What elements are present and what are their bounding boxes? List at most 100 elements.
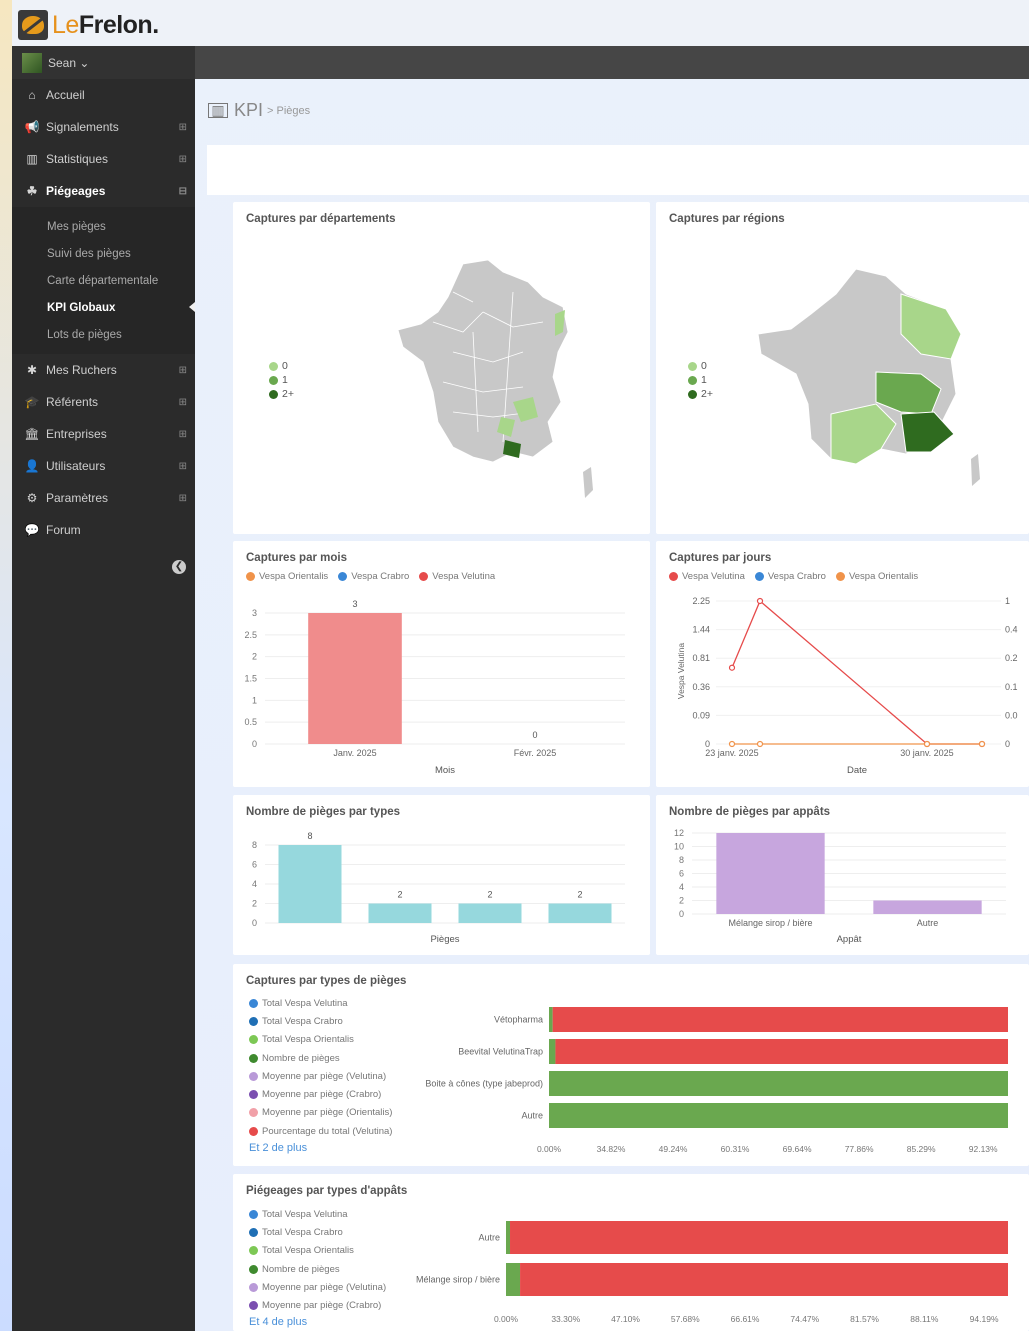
y-category-label: Vétopharma xyxy=(494,1015,543,1025)
sidebar-item-entreprises[interactable]: 🏛 Entreprises ⊞ xyxy=(12,418,195,450)
expand-icon[interactable]: ⊞ xyxy=(179,493,187,504)
y-axis-label: Vespa Velutina xyxy=(676,643,686,700)
legend-item[interactable]: Total Vespa Crabro xyxy=(249,1223,386,1241)
y-tick-label: 3 xyxy=(252,608,257,618)
legend-dot xyxy=(269,375,278,385)
sidebar-item-label: Statistiques xyxy=(46,152,109,166)
legend-item[interactable]: Total Vespa Crabro xyxy=(249,1012,392,1030)
card-captures-mois: Captures par mois Vespa Orientalis Vespa… xyxy=(233,541,650,787)
breadcrumb-sub: > Pièges xyxy=(267,104,311,117)
hive-icon: ✱ xyxy=(26,363,38,377)
user-icon: 👤 xyxy=(24,459,40,473)
y2-tick-label: 0.4 xyxy=(1005,625,1018,635)
more-legend-link[interactable]: Et 2 de plus xyxy=(249,1142,307,1154)
expand-icon[interactable]: ⊞ xyxy=(179,122,187,133)
expand-icon[interactable]: ⊞ xyxy=(179,365,187,376)
legend-dot xyxy=(246,572,255,581)
bar-segment xyxy=(552,1007,1008,1032)
sidebar-item-signalements[interactable]: 📢 Signalements ⊞ xyxy=(12,111,195,143)
card-captures-regions: Captures par régions 0 1 2+ xyxy=(656,202,1029,534)
x-tick-label: 88.11% xyxy=(910,1314,939,1324)
legend-item[interactable]: Vespa Velutina xyxy=(419,571,495,582)
chart-pieges-appats[interactable]: 0 2 4 6 8 10 12 Mélange sirop / bière Autre Appât xyxy=(656,823,1029,953)
sidebar-item-statistiques[interactable]: ▥ Statistiques ⊞ xyxy=(12,143,195,175)
legend-dot xyxy=(419,572,429,581)
x-tick-label: 33.30% xyxy=(551,1314,580,1324)
sidebar-item-mes-pieges[interactable]: Mes pièges xyxy=(12,213,195,240)
legend-item[interactable]: Nombre de pièges xyxy=(249,1049,392,1067)
sidebar-item-mes-ruchers[interactable]: ✱ Mes Ruchers ⊞ xyxy=(12,354,195,386)
legend-item[interactable]: Total Vespa Velutina xyxy=(249,1205,386,1223)
france-departements-map[interactable] xyxy=(393,252,613,502)
user-menu[interactable]: Sean ⌄ xyxy=(12,46,195,79)
sidebar-item-piegeages[interactable]: ☘ Piégeages ⊟ xyxy=(12,175,195,207)
bar-segment xyxy=(549,1007,553,1032)
legend-item[interactable]: Vespa Velutina xyxy=(669,571,745,582)
legend-dot xyxy=(835,572,845,581)
user-name: Sean ⌄ xyxy=(48,55,90,70)
legend-item[interactable]: Moyenne par piège (Velutina) xyxy=(249,1067,392,1085)
avatar xyxy=(22,52,42,73)
sidebar-item-lots-pieges[interactable]: Lots de pièges xyxy=(12,321,195,348)
legend-item[interactable]: Moyenne par piège (Velutina) xyxy=(249,1278,386,1296)
bar-segment xyxy=(520,1263,1008,1296)
bar xyxy=(716,833,825,914)
legend-item[interactable]: Moyenne par piège (Crabro) xyxy=(249,1296,386,1314)
legend-item[interactable]: Pourcentage du total (Velutina) xyxy=(249,1122,392,1140)
legend-dot xyxy=(249,1282,258,1292)
y-tick-label: 6 xyxy=(252,860,257,870)
legend-item[interactable]: Vespa Orientalis xyxy=(246,571,328,582)
x-tick-label: 0.00% xyxy=(494,1314,519,1324)
data-point xyxy=(728,664,736,671)
sidebar-item-carte-departementale[interactable]: Carte départementale xyxy=(12,267,195,294)
x-tick-label: 85.29% xyxy=(907,1144,936,1154)
legend-item[interactable]: Vespa Crabro xyxy=(754,571,826,582)
collapse-sidebar-icon[interactable]: ❮ xyxy=(172,560,186,574)
legend-dot xyxy=(249,1209,258,1219)
bar-segment xyxy=(555,1039,1008,1064)
bar xyxy=(308,613,402,744)
sidebar-item-parametres[interactable]: ⚙ Paramètres ⊞ xyxy=(12,482,195,514)
y-tick-label: 4 xyxy=(679,882,684,892)
legend-dot xyxy=(688,375,697,385)
y2-tick-label: 1 xyxy=(1005,596,1010,606)
sidebar-item-kpi-globaux[interactable]: KPI Globaux xyxy=(12,294,195,321)
legend-item[interactable]: Vespa Crabro xyxy=(338,571,409,582)
sidebar-item-forum[interactable]: 💬 Forum xyxy=(12,514,195,546)
legend-dot xyxy=(249,1016,258,1026)
x-tick-label: 69.64% xyxy=(783,1144,812,1154)
sidebar-item-label: Mes Ruchers xyxy=(46,363,117,377)
chart-captures-jours[interactable]: 00.090.360.811.442.2500.00.10.20.41Vespa… xyxy=(656,591,1029,781)
expand-icon[interactable]: ⊞ xyxy=(179,397,187,408)
collapse-icon[interactable]: ⊟ xyxy=(179,186,187,197)
legend-item[interactable]: Moyenne par piège (Crabro) xyxy=(249,1085,392,1103)
legend-item[interactable]: Total Vespa Orientalis xyxy=(249,1242,386,1260)
legend-dot xyxy=(249,1227,258,1237)
sidebar-item-utilisateurs[interactable]: 👤 Utilisateurs ⊞ xyxy=(12,450,195,482)
sidebar-item-suivi-pieges[interactable]: Suivi des pièges xyxy=(12,240,195,267)
france-regions-map[interactable] xyxy=(756,264,996,504)
chart-piegeages-appats[interactable]: Autre Mélange sirop / bière 0.00% 33.30% 47.… xyxy=(393,1212,1023,1331)
legend-item[interactable]: Vespa Orientalis xyxy=(835,571,918,582)
bar-segment xyxy=(549,1071,1008,1096)
megaphone-icon: 📢 xyxy=(24,120,40,134)
legend-dot xyxy=(269,389,278,399)
legend-item[interactable]: Nombre de pièges xyxy=(249,1260,386,1278)
expand-icon[interactable]: ⊞ xyxy=(179,461,187,472)
y2-tick-label: 0.2 xyxy=(1005,653,1018,663)
y-tick-label: 2.5 xyxy=(244,630,257,640)
legend-dot xyxy=(249,1246,258,1256)
card-captures-types-pieges: Captures par types de pièges Total Vespa… xyxy=(233,964,1029,1166)
sidebar-item-accueil[interactable]: ⌂ Accueil xyxy=(12,79,195,111)
legend-item[interactable]: Total Vespa Orientalis xyxy=(249,1031,392,1049)
chart-pieges-types[interactable]: 0 2 4 6 8 8 2 2 2 Pièges xyxy=(233,823,650,953)
chart-captures-mois[interactable]: 0 0.5 1 1.5 2 2.5 3 3 Janv. 2025 0 Févr. 2025 Mois xyxy=(233,591,650,781)
legend-item[interactable]: Total Vespa Velutina xyxy=(249,994,392,1012)
sidebar-item-referents[interactable]: 🎓 Référents ⊞ xyxy=(12,386,195,418)
expand-icon[interactable]: ⊞ xyxy=(179,154,187,165)
expand-icon[interactable]: ⊞ xyxy=(179,429,187,440)
app-logo[interactable]: LeFrelon. xyxy=(18,10,159,40)
chart-captures-types-pieges[interactable]: Vétopharma Beevital VelutinaTrap Boite à c… xyxy=(403,1000,1023,1160)
more-legend-link[interactable]: Et 4 de plus xyxy=(249,1316,307,1328)
legend-item[interactable]: Moyenne par piège (Orientalis) xyxy=(249,1104,392,1122)
